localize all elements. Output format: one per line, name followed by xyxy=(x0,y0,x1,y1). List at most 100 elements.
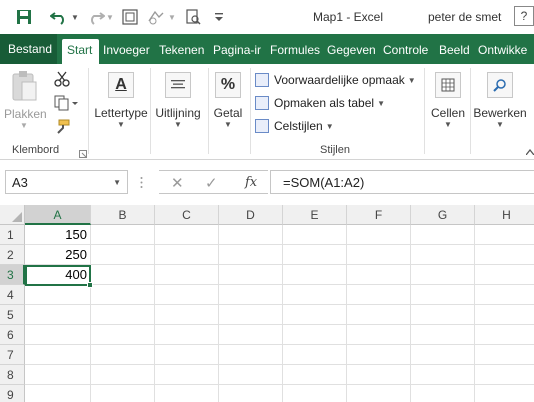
row-header-5[interactable]: 5 xyxy=(0,305,25,325)
tab-view[interactable]: Beeld xyxy=(435,39,473,64)
column-header-f[interactable]: F xyxy=(347,205,411,225)
font-dropdown-icon: ▼ xyxy=(117,120,125,129)
print-preview-icon[interactable] xyxy=(183,7,203,27)
cell-styles-icon xyxy=(255,119,269,133)
redo-dropdown-icon[interactable]: ▼ xyxy=(105,7,115,27)
ribbon-tab-bar: Bestand Start Invoeger Tekenen Pagina-ir… xyxy=(0,34,534,64)
cells-button[interactable]: Cellen ▼ xyxy=(428,72,468,129)
copy-icon[interactable] xyxy=(54,95,78,114)
window-title: Map1 - Excel xyxy=(313,10,384,24)
gridline xyxy=(25,244,534,245)
column-header-b[interactable]: B xyxy=(91,205,155,225)
tab-formulas[interactable]: Formules xyxy=(266,39,320,64)
formula-buttons: ✕ ✓ fx xyxy=(159,170,268,194)
shapes-dropdown-icon[interactable]: ▼ xyxy=(167,7,177,27)
tab-developer[interactable]: Ontwikke xyxy=(474,39,534,64)
column-header-h[interactable]: H xyxy=(475,205,534,225)
row-header-9[interactable]: 9 xyxy=(0,385,25,402)
gridline xyxy=(218,225,219,402)
user-name[interactable]: peter de smet xyxy=(428,10,501,24)
column-header-d[interactable]: D xyxy=(219,205,283,225)
tab-review[interactable]: Controle xyxy=(379,39,434,64)
title-bar: ▼ ▼ ▼ Map1 - Excel peter de smet ? xyxy=(0,0,534,34)
row-header-8[interactable]: 8 xyxy=(0,365,25,385)
collapse-ribbon-icon[interactable] xyxy=(525,144,534,158)
row-header-7[interactable]: 7 xyxy=(0,345,25,365)
format-table-icon xyxy=(255,96,269,110)
alignment-label: Uitlijning xyxy=(155,106,201,120)
tab-home[interactable]: Start xyxy=(62,39,99,64)
cut-icon[interactable] xyxy=(54,71,70,90)
clipboard-group-label: Klembord xyxy=(12,144,60,156)
format-as-table-button[interactable]: Opmaken als tabel ▼ xyxy=(255,93,385,113)
column-header-a[interactable]: A xyxy=(25,205,91,225)
redo-icon[interactable] xyxy=(86,7,106,27)
editing-dropdown-icon: ▼ xyxy=(496,120,504,129)
save-icon[interactable] xyxy=(14,7,34,27)
tab-file[interactable]: Bestand xyxy=(0,34,57,64)
row-header-4[interactable]: 4 xyxy=(0,285,25,305)
gridline xyxy=(25,384,534,385)
number-button[interactable]: % Getal ▼ xyxy=(210,72,246,129)
enter-icon[interactable]: ✓ xyxy=(205,174,218,192)
excel-window: ▼ ▼ ▼ Map1 - Excel peter de smet ? Besta… xyxy=(0,0,534,402)
cell-styles-dropdown-icon: ▼ xyxy=(325,121,334,131)
conditional-formatting-dropdown-icon: ▼ xyxy=(407,75,416,85)
name-box[interactable]: A3 ▼ xyxy=(5,170,128,194)
row-header-3[interactable]: 3 xyxy=(0,265,25,285)
name-box-value: A3 xyxy=(12,175,28,190)
tab-draw[interactable]: Tekenen xyxy=(155,39,208,64)
row-header-1[interactable]: 1 xyxy=(0,225,25,245)
ribbon-separator xyxy=(208,68,209,154)
format-painter-icon[interactable] xyxy=(54,119,70,138)
column-header-e[interactable]: E xyxy=(283,205,347,225)
insert-function-button[interactable]: fx xyxy=(245,175,257,190)
cancel-icon[interactable]: ✕ xyxy=(171,174,184,192)
gridline xyxy=(25,264,534,265)
paste-button[interactable]: Plakken ▼ xyxy=(4,70,47,130)
help-button[interactable]: ? xyxy=(514,6,534,26)
number-dropdown-icon: ▼ xyxy=(224,120,232,129)
alignment-button[interactable]: Uitlijning ▼ xyxy=(152,72,204,129)
row-header-2[interactable]: 2 xyxy=(0,245,25,265)
screenshot-icon[interactable] xyxy=(120,7,140,27)
cells-dropdown-icon: ▼ xyxy=(444,120,452,129)
tab-data[interactable]: Gegeven xyxy=(323,39,376,64)
shapes-icon[interactable] xyxy=(145,7,167,27)
font-button[interactable]: A Lettertype ▼ xyxy=(92,72,150,129)
tab-page-layout[interactable]: Pagina-ir xyxy=(209,39,266,64)
clipboard-launcher-icon[interactable] xyxy=(79,147,87,161)
ribbon-separator xyxy=(150,68,151,154)
name-box-dropdown-icon[interactable]: ▼ xyxy=(113,178,121,187)
column-header-g[interactable]: G xyxy=(411,205,475,225)
select-all-corner[interactable] xyxy=(0,205,25,225)
paste-dropdown-icon: ▼ xyxy=(20,121,28,130)
column-header-c[interactable]: C xyxy=(155,205,219,225)
undo-icon[interactable] xyxy=(48,7,70,27)
worksheet-grid[interactable]: A B C D E F G H 1 2 3 4 5 6 7 8 9 150 25… xyxy=(0,205,534,402)
undo-dropdown-icon[interactable]: ▼ xyxy=(70,7,80,27)
tab-insert[interactable]: Invoeger xyxy=(99,39,155,64)
font-label: Lettertype xyxy=(94,106,148,120)
gridline xyxy=(282,225,283,402)
formula-input[interactable]: =SOM(A1:A2) xyxy=(270,170,534,194)
gridline xyxy=(25,324,534,325)
fill-handle[interactable] xyxy=(87,282,93,288)
customize-qat-icon[interactable] xyxy=(212,7,226,27)
formula-bar-grip[interactable] xyxy=(140,176,143,189)
cell-a1[interactable]: 150 xyxy=(25,225,90,245)
editing-button[interactable]: Bewerken ▼ xyxy=(472,72,528,129)
active-cell-border xyxy=(25,265,91,286)
cell-styles-button[interactable]: Celstijlen ▼ xyxy=(255,116,334,136)
row-header-6[interactable]: 6 xyxy=(0,325,25,345)
gridline xyxy=(90,225,91,402)
formula-text: =SOM(A1:A2) xyxy=(283,175,365,190)
cell-a2[interactable]: 250 xyxy=(25,245,90,265)
ribbon-separator xyxy=(470,68,471,154)
conditional-formatting-button[interactable]: Voorwaardelijke opmaak ▼ xyxy=(255,70,416,90)
conditional-formatting-icon xyxy=(255,73,269,87)
gridline xyxy=(474,225,475,402)
gridline xyxy=(25,344,534,345)
align-icon xyxy=(165,72,191,98)
format-as-table-dropdown-icon: ▼ xyxy=(377,98,385,108)
